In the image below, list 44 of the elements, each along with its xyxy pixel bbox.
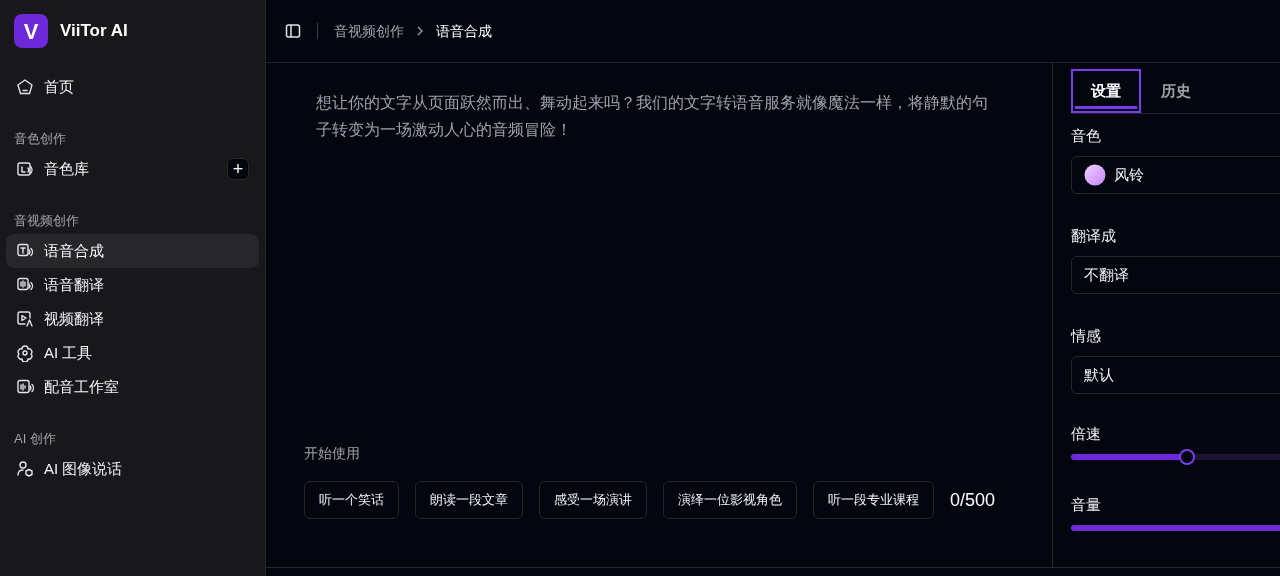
field-label: 翻译成	[1071, 225, 1117, 246]
section-heading: 音色创作	[13, 130, 67, 149]
select-field[interactable]: 默认	[1071, 356, 1280, 394]
video-play-icon	[16, 310, 34, 328]
suggestion-button[interactable]: 演绎一位影视角色	[663, 481, 797, 519]
person-cube-icon	[16, 460, 34, 478]
sidebar-item[interactable]: AI 图像说话	[6, 452, 259, 486]
slider-thumb[interactable]	[1179, 449, 1196, 465]
suggestion-button[interactable]: 听一个笑话	[304, 481, 399, 519]
sidebar-item[interactable]: AI 工具	[6, 336, 259, 370]
app-logo: V	[14, 14, 48, 48]
section-heading: 音视频创作	[13, 212, 80, 231]
character-counter: 0/500	[950, 488, 996, 512]
select-field[interactable]: 风铃	[1071, 156, 1280, 194]
add-button[interactable]: +	[227, 158, 249, 180]
field-label: 倍速	[1071, 423, 1102, 444]
sidebar-item[interactable]: 首页	[6, 70, 259, 104]
breadcrumb-link[interactable]: 音视频创作	[334, 20, 404, 42]
flower-icon	[16, 344, 34, 362]
section-label: 开始使用	[304, 444, 361, 463]
home-icon	[16, 78, 34, 96]
breadcrumb-current: 语音合成	[436, 21, 492, 41]
sidebar-item[interactable]: 配音工作室	[6, 370, 259, 404]
tab[interactable]: 历史	[1141, 69, 1211, 113]
chevron-right-icon	[416, 26, 424, 36]
app-name: ViiTor AI	[60, 20, 128, 43]
tab[interactable]: 设置	[1071, 69, 1141, 113]
sidebar-item[interactable]: 语音合成	[6, 234, 259, 268]
field-label: 情感	[1071, 325, 1102, 346]
suggestion-button[interactable]: 听一段专业课程	[813, 481, 934, 519]
sidebar-item[interactable]: 视频翻译	[6, 302, 259, 336]
sidebar-toggle-icon[interactable]	[285, 23, 301, 39]
select-field[interactable]: 不翻译	[1071, 256, 1280, 294]
text-input-field[interactable]: 想让你的文字从页面跃然而出、舞动起来吗？我们的文字转语音服务就像魔法一样，将静默的句子转变为一场激动人心的音频冒险！	[316, 89, 992, 429]
sidebar-item[interactable]: 音色库 +	[6, 152, 259, 186]
suggestion-button[interactable]: 感受一场演讲	[539, 481, 647, 519]
sidebar-item[interactable]: 语音翻译	[6, 268, 259, 302]
field-label: 音量	[1071, 494, 1102, 515]
field-label: 音色	[1071, 125, 1102, 146]
voice-library-icon	[16, 160, 34, 178]
studio-waveform-icon	[16, 378, 34, 396]
section-heading: AI 创作	[13, 430, 57, 449]
suggestion-button[interactable]: 朗读一段文章	[415, 481, 523, 519]
slider[interactable]	[1071, 449, 1280, 465]
